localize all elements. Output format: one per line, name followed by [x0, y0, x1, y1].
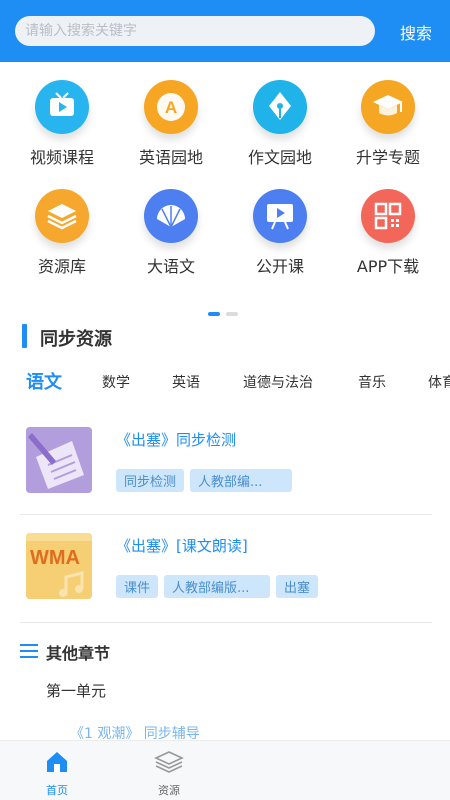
search-button[interactable]: 搜索: [400, 20, 432, 44]
resource-tags: 课件 人教部编版... 出塞: [116, 575, 324, 598]
resource-tag: 出塞: [276, 575, 319, 598]
list-icon: [20, 644, 38, 658]
carousel-dot-active[interactable]: [208, 312, 220, 316]
grid-item-label: 作文园地: [247, 148, 312, 167]
unit-title: 第一单元: [46, 682, 107, 700]
grid-item-open-class[interactable]: 公开课: [230, 189, 330, 277]
layers-icon: [154, 751, 184, 773]
tab-pe[interactable]: 体育: [428, 372, 450, 392]
grid-item-video-course[interactable]: 视频课程: [12, 80, 112, 168]
tab-morality-law[interactable]: 道德与法治: [243, 372, 313, 392]
graduation-cap-icon: [361, 80, 415, 134]
grid-item-app-download[interactable]: APP下载: [338, 189, 438, 277]
bottom-nav: 首页 资源: [0, 740, 450, 800]
resource-card[interactable]: 《出塞》同步检测 同步检测 人教部编...: [20, 407, 432, 515]
tab-chinese[interactable]: 语文: [26, 368, 62, 394]
layers-icon: [35, 189, 89, 243]
letter-a-icon: A: [144, 80, 198, 134]
resource-tags: 同步检测 人教部编...: [116, 469, 298, 492]
grid-item-composition[interactable]: 作文园地: [230, 80, 330, 168]
wma-audio-icon: WMA: [26, 533, 92, 599]
section-accent-bar: [22, 324, 27, 348]
tv-icon: [35, 80, 89, 134]
grid-item-label: 公开课: [255, 257, 304, 276]
resource-tag: 课件: [116, 575, 159, 598]
search-input[interactable]: [15, 16, 375, 46]
grid-item-big-chinese[interactable]: 大语文: [121, 189, 221, 277]
resource-title: 《出塞》[课文朗读]: [116, 537, 248, 555]
pen-nib-icon: [253, 80, 307, 134]
grid-item-graduation[interactable]: 升学专题: [338, 80, 438, 168]
presentation-icon: [253, 189, 307, 243]
resource-card[interactable]: WMA 《出塞》[课文朗读] 课件 人教部编版... 出塞: [20, 515, 432, 623]
nav-label: 资源: [158, 784, 180, 797]
qr-code-icon: [361, 189, 415, 243]
grid-item-label: 英语园地: [138, 148, 203, 167]
nav-item-home[interactable]: 首页: [27, 749, 87, 798]
search-box[interactable]: [15, 16, 375, 46]
resource-title: 《出塞》同步检测: [116, 431, 237, 449]
grid-item-label: 升学专题: [355, 148, 420, 167]
document-pen-icon: [26, 427, 92, 493]
grid-item-label: APP下载: [356, 257, 420, 276]
other-chapters-title: 其他章节: [46, 644, 111, 663]
section-title: 同步资源: [40, 329, 112, 350]
grid-item-label: 大语文: [146, 257, 195, 276]
fan-icon: [144, 189, 198, 243]
grid-item-label: 资源库: [37, 257, 86, 276]
grid-item-english[interactable]: A 英语园地: [121, 80, 221, 168]
carousel-dot[interactable]: [226, 312, 238, 316]
home-icon: [47, 752, 67, 772]
nav-item-resources[interactable]: 资源: [139, 749, 199, 798]
tab-english[interactable]: 英语: [172, 372, 200, 392]
grid-item-resource-library[interactable]: 资源库: [12, 189, 112, 277]
resource-tag: 同步检测: [116, 469, 185, 492]
subject-tabs: 语文 数学 英语 道德与法治 音乐 体育: [0, 368, 450, 394]
tab-music[interactable]: 音乐: [358, 372, 386, 392]
grid-item-label: 视频课程: [29, 148, 94, 167]
resource-tag: 人教部编版...: [164, 575, 271, 598]
top-header: 搜索: [0, 0, 450, 62]
thumb-text: WMA: [30, 547, 80, 569]
carousel-dots[interactable]: [208, 312, 244, 331]
resource-tag: 人教部编...: [190, 469, 293, 492]
nav-label: 首页: [46, 784, 68, 797]
svg-text:A: A: [165, 98, 177, 117]
tab-math[interactable]: 数学: [102, 372, 130, 392]
